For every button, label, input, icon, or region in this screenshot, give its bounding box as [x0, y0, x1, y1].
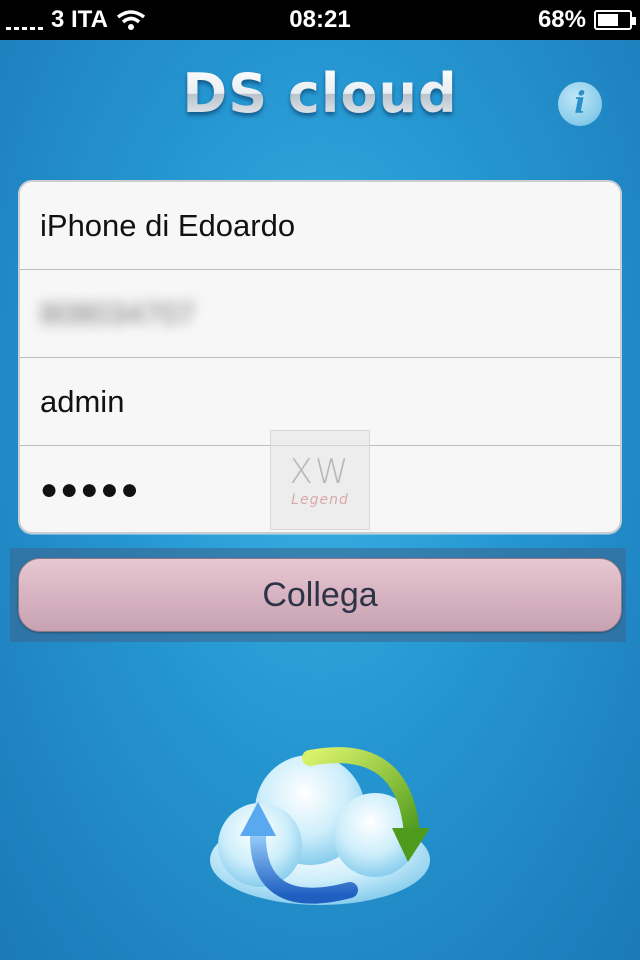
connect-button[interactable]: Collega — [18, 558, 622, 632]
status-right: 68% — [537, 6, 636, 34]
server-address-value: 808034707 — [40, 295, 196, 331]
battery-fill — [598, 14, 619, 26]
app-title: DS cloud — [0, 62, 640, 125]
battery-icon — [594, 10, 636, 30]
status-bar: 3 ITA 08:21 68% — [0, 0, 640, 40]
device-name-field[interactable]: iPhone di Edoardo — [20, 182, 620, 270]
watermark-line1: XW — [289, 452, 351, 492]
watermark-line2: Legend — [291, 492, 349, 508]
cloud-sync-icon — [210, 747, 430, 905]
watermark-logo: XW Legend — [270, 430, 370, 530]
app-screen: DS cloud i iPhone di Edoardo 808034707 a… — [0, 40, 640, 960]
password-value: ●●●●● — [40, 472, 141, 506]
device-name-value: iPhone di Edoardo — [40, 207, 296, 243]
info-icon[interactable]: i — [558, 82, 602, 126]
server-address-field[interactable]: 808034707 — [20, 270, 620, 358]
username-value: admin — [40, 383, 125, 419]
battery-percent: 68% — [537, 6, 586, 33]
